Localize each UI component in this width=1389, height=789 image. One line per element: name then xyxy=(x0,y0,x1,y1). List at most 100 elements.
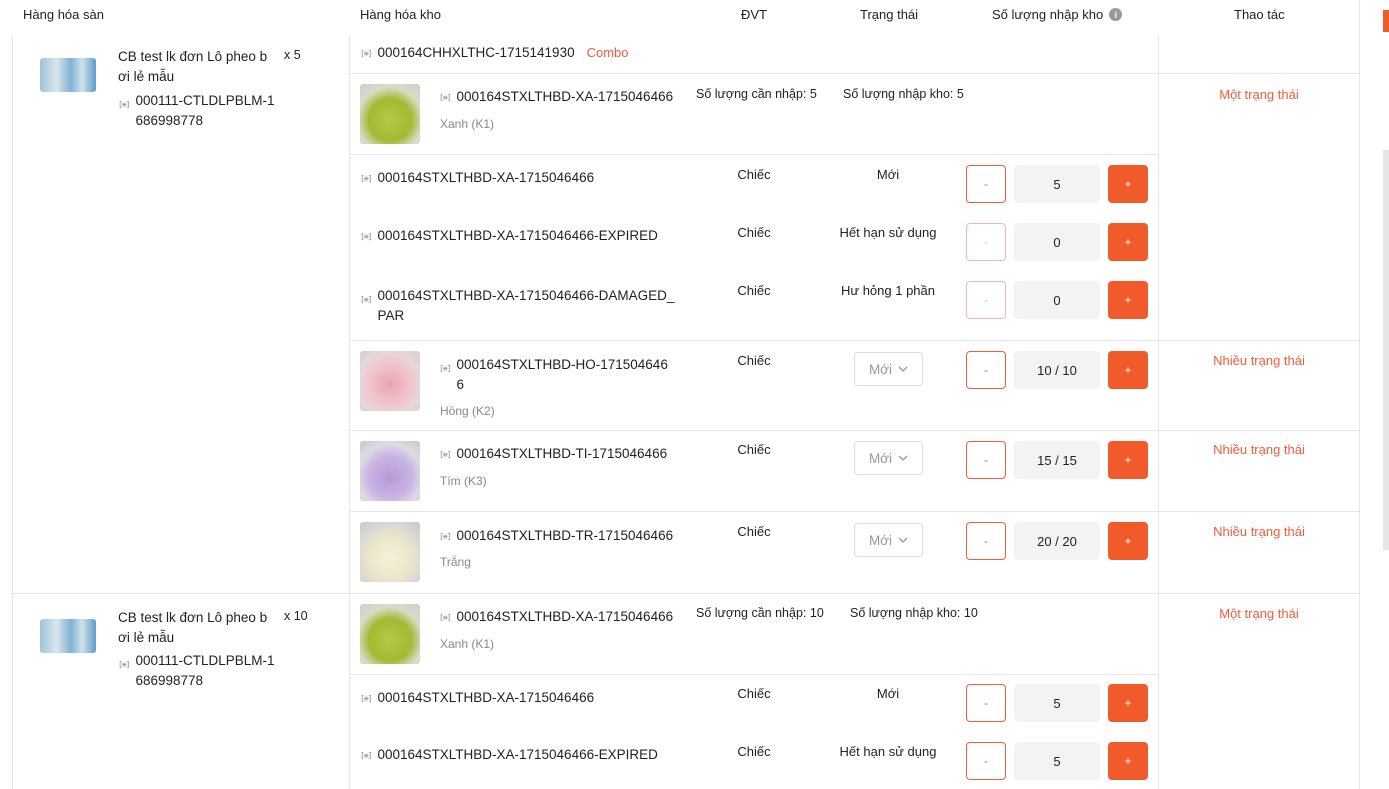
stock-qty: Số lượng nhập kho: 5 xyxy=(843,87,964,101)
product-thumbnail xyxy=(360,522,420,582)
action-link[interactable]: Nhiều trạng thái xyxy=(1159,353,1359,368)
row-line xyxy=(349,340,1359,341)
divider-warehouse xyxy=(349,36,350,789)
action-link[interactable]: Nhiều trạng thái xyxy=(1159,442,1359,457)
row-line xyxy=(349,73,1359,74)
row-line xyxy=(349,674,1159,675)
combo-tag: Combo xyxy=(586,45,629,60)
decrement-button[interactable]: - xyxy=(966,441,1006,479)
barcode-icon: [≡] xyxy=(439,532,451,541)
status-select[interactable]: Mới xyxy=(854,352,923,386)
status-row-sku-text: 000164STXLTHBD-XA-1715046466-EXPIRED xyxy=(377,747,658,762)
barcode-icon: [≡] xyxy=(439,364,451,373)
status-row-sku: [≡] 000164STXLTHBD-XA-1715046466-EXPIRED xyxy=(360,747,658,762)
platform-product-qty: x 10 xyxy=(284,609,308,623)
divider-action xyxy=(1158,36,1159,789)
status-select-value: Mới xyxy=(868,450,893,466)
barcode-icon: [≡] xyxy=(360,295,372,304)
product-thumbnail xyxy=(40,619,96,653)
status-row-sku: [≡] 000164STXLTHBD-XA-1715046466-EXPIRED xyxy=(360,228,658,243)
barcode-icon: [≡] xyxy=(360,694,372,703)
quantity-input[interactable]: 0 xyxy=(1014,281,1100,319)
increment-button[interactable]: + xyxy=(1108,351,1148,389)
combo-sku: [≡] 000164CHHXLTHC-1715141930 Combo xyxy=(360,45,629,60)
status-select[interactable]: Mới xyxy=(854,441,923,475)
combo-sku-text: 000164CHHXLTHC-1715141930 xyxy=(377,45,575,60)
unit-label: Chiếc xyxy=(737,353,771,368)
quantity-input[interactable]: 0 xyxy=(1014,223,1100,261)
status-row-sku-text: 000164STXLTHBD-XA-1715046466-EXPIRED xyxy=(377,228,658,243)
product-thumbnail xyxy=(360,441,420,501)
chevron-down-icon xyxy=(898,366,908,372)
status-label: Mới xyxy=(876,686,900,701)
decrement-button[interactable]: - xyxy=(966,684,1006,722)
quantity-input[interactable]: 20 / 20 xyxy=(1014,522,1100,560)
unit-label: Chiếc xyxy=(737,524,771,539)
platform-product-sku: [≡] 000111-CTLDLPBLM-1686998778 xyxy=(118,91,288,131)
warehouse-sku-text: 000164STXLTHBD-TI-1715046466 xyxy=(456,446,668,461)
quantity-input[interactable]: 15 / 15 xyxy=(1014,441,1100,479)
info-icon[interactable]: i xyxy=(1109,8,1123,21)
status-row-sku-text: 000164STXLTHBD-XA-1715046466-DAMAGED_PAR xyxy=(377,288,675,323)
decrement-button[interactable]: - xyxy=(966,281,1006,319)
product-thumbnail xyxy=(360,604,420,664)
unit-label: Chiếc xyxy=(737,442,771,457)
table-left-border xyxy=(12,36,13,789)
platform-sku-text: 000111-CTLDLPBLM-1686998778 xyxy=(135,93,275,128)
table-right-border xyxy=(1359,0,1360,789)
chevron-down-icon xyxy=(898,455,908,461)
decrement-button[interactable]: - xyxy=(966,223,1006,261)
action-link[interactable]: Nhiều trạng thái xyxy=(1159,524,1359,539)
increment-button[interactable]: + xyxy=(1108,522,1148,560)
barcode-icon: [≡] xyxy=(439,93,451,102)
col-header-platform: Hàng hóa sàn xyxy=(23,7,104,22)
warehouse-sku-text: 000164STXLTHBD-HO-1715046466 xyxy=(456,357,668,392)
warehouse-sku-text: 000164STXLTHBD-TR-1715046466 xyxy=(456,528,674,543)
action-link[interactable]: Một trạng thái xyxy=(1159,606,1359,621)
row-line xyxy=(12,593,1359,594)
status-row-sku-text: 000164STXLTHBD-XA-1715046466 xyxy=(377,690,595,705)
increment-button[interactable]: + xyxy=(1108,684,1148,722)
increment-button[interactable]: + xyxy=(1108,281,1148,319)
status-select-value: Mới xyxy=(868,361,893,377)
product-thumbnail xyxy=(40,58,96,92)
increment-button[interactable]: + xyxy=(1108,223,1148,261)
warehouse-sku: [≡] 000164STXLTHBD-HO-1715046466 xyxy=(439,355,671,395)
col-header-warehouse: Hàng hóa kho xyxy=(360,7,441,22)
warehouse-sku: [≡] 000164STXLTHBD-TI-1715046466 xyxy=(439,446,667,461)
col-header-action: Thao tác xyxy=(1234,7,1285,22)
decrement-button[interactable]: - xyxy=(966,742,1006,780)
unit-label: Chiếc xyxy=(737,744,771,759)
status-select-value: Mới xyxy=(868,532,893,548)
increment-button[interactable]: + xyxy=(1108,441,1148,479)
scrollbar-thumb[interactable] xyxy=(1383,150,1389,550)
product-thumbnail xyxy=(360,84,420,144)
platform-product-name: CB test lk đơn Lô pheo b ơi lẻ mẫu xyxy=(118,610,268,645)
unit-label: Chiếc xyxy=(737,686,771,701)
status-row-sku: [≡] 000164STXLTHBD-XA-1715046466-DAMAGED… xyxy=(360,286,677,326)
barcode-icon: [≡] xyxy=(118,100,130,109)
stock-qty: Số lượng nhập kho: 10 xyxy=(850,606,978,620)
quantity-input[interactable]: 5 xyxy=(1014,165,1100,203)
decrement-button[interactable]: - xyxy=(966,351,1006,389)
status-label: Mới xyxy=(876,167,900,182)
chevron-down-icon xyxy=(898,537,908,543)
need-qty: Số lượng cần nhập: 10 xyxy=(696,606,824,620)
increment-button[interactable]: + xyxy=(1108,742,1148,780)
decrement-button[interactable]: - xyxy=(966,165,1006,203)
increment-button[interactable]: + xyxy=(1108,165,1148,203)
action-link[interactable]: Một trạng thái xyxy=(1159,87,1359,102)
quantity-input[interactable]: 5 xyxy=(1014,742,1100,780)
platform-product-qty: x 5 xyxy=(284,48,301,62)
quantity-input[interactable]: 10 / 10 xyxy=(1014,351,1100,389)
unit-label: Chiếc xyxy=(737,167,771,182)
status-select[interactable]: Mới xyxy=(854,523,923,557)
status-row-sku: [≡] 000164STXLTHBD-XA-1715046466 xyxy=(360,690,594,705)
quantity-input[interactable]: 5 xyxy=(1014,684,1100,722)
col-header-qty-label: Số lượng nhập kho xyxy=(992,7,1104,22)
unit-label: Chiếc xyxy=(737,225,771,240)
unit-label: Chiếc xyxy=(737,283,771,298)
warehouse-sku-text: 000164STXLTHBD-XA-1715046466 xyxy=(456,609,674,624)
barcode-icon: [≡] xyxy=(360,751,372,760)
decrement-button[interactable]: - xyxy=(966,522,1006,560)
